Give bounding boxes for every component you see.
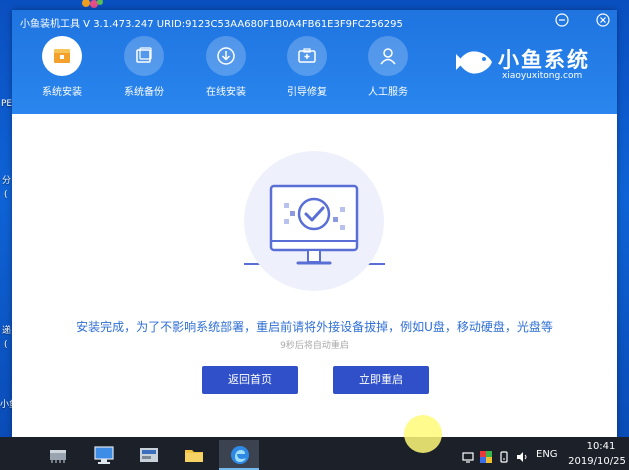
taskbar-app-folder[interactable] xyxy=(173,440,213,470)
taskbar-app-edge[interactable] xyxy=(219,440,259,470)
app-window: 小鱼装机工具 V 3.1.473.247 URID:9123C53AA680F1… xyxy=(12,10,617,437)
speaker-icon[interactable] xyxy=(516,451,528,463)
manual-service-icon xyxy=(368,36,408,76)
nav-manual-service[interactable]: 人工服务 xyxy=(357,36,419,110)
input-language-indicator[interactable]: ENG xyxy=(536,449,558,460)
system-backup-icon xyxy=(124,36,164,76)
desktop-label-fragment: ( xyxy=(4,190,8,200)
nav-online-install[interactable]: 在线安装 xyxy=(195,36,257,110)
boot-repair-icon xyxy=(287,36,327,76)
online-install-icon xyxy=(206,36,246,76)
fish-logo-icon xyxy=(456,51,492,74)
install-complete-illustration xyxy=(244,151,384,291)
install-complete-message: 安装完成，为了不影响系统部署，重启前请将外接设备拔掉，例如U盘，移动硬盘，光盘等 xyxy=(76,320,553,334)
desktop-label-fragment: ( xyxy=(4,340,8,350)
desktop-label-fragment: 分 xyxy=(2,176,12,186)
nav-label: 引导修复 xyxy=(287,87,327,98)
nav-label: 人工服务 xyxy=(368,87,408,98)
edge-icon xyxy=(231,446,249,464)
restart-countdown: 9秒后将自动重启 xyxy=(280,341,349,351)
brand-logo: 小鱼系统 xiaoyuxitong.com xyxy=(454,40,604,84)
folder-icon xyxy=(185,450,203,462)
nav-system-install[interactable]: 系统安装 xyxy=(31,36,93,110)
clock-time[interactable]: 10:41 xyxy=(576,441,626,452)
nav-label: 系统备份 xyxy=(124,87,164,98)
nav-label: 系统安装 xyxy=(42,87,82,98)
minimize-icon[interactable] xyxy=(555,13,569,27)
brand-name: 小鱼系统 xyxy=(498,48,590,72)
taskbar: ENG 10:41 2019/10/25 xyxy=(0,437,629,470)
computer-icon xyxy=(94,446,114,464)
return-home-button[interactable]: 返回首页 xyxy=(202,366,298,394)
nav-boot-repair[interactable]: 引导修复 xyxy=(276,36,338,110)
taskbar-app-chip[interactable] xyxy=(37,440,77,470)
color-icon[interactable] xyxy=(480,451,492,463)
nav-system-backup[interactable]: 系统备份 xyxy=(113,36,175,110)
nav-label: 在线安装 xyxy=(206,87,246,98)
taskbar-app-disk-tool[interactable] xyxy=(128,440,168,470)
restart-now-button[interactable]: 立即重启 xyxy=(333,366,429,394)
disk-tool-icon xyxy=(140,448,158,462)
cursor-highlight xyxy=(404,415,442,453)
clock-date[interactable]: 2019/10/25 xyxy=(566,456,628,467)
network-icon[interactable] xyxy=(462,451,474,463)
system-install-icon xyxy=(42,36,82,76)
chip-icon xyxy=(50,450,66,463)
brand-subtitle: xiaoyuxitong.com xyxy=(502,71,583,81)
title-bar: 小鱼装机工具 V 3.1.473.247 URID:9123C53AA680F1… xyxy=(12,10,617,114)
disk-icon[interactable] xyxy=(498,451,510,463)
taskbar-app-computer[interactable] xyxy=(83,440,123,470)
desktop-label-fragment: 递 xyxy=(2,326,12,336)
desktop-label-fragment: PE xyxy=(1,99,13,109)
monitor-check-icon xyxy=(269,184,359,265)
window-title: 小鱼装机工具 V 3.1.473.247 URID:9123C53AA680F1… xyxy=(20,19,403,30)
close-icon[interactable] xyxy=(596,13,610,27)
